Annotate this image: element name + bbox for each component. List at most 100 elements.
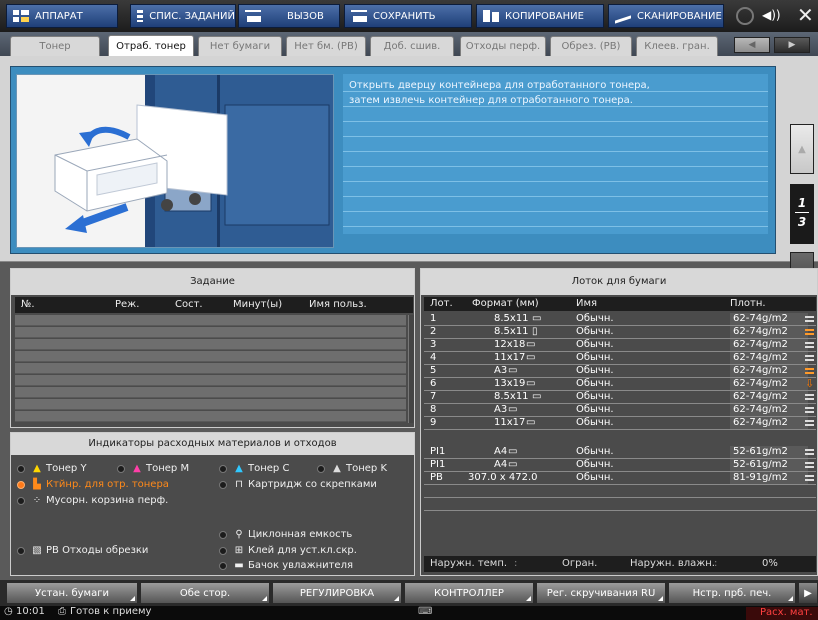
- indicator-cyclone: ⚲ Циклонная емкость: [219, 529, 352, 540]
- tray-row[interactable]: 1 8.5x11 ▭ Обычн. 62-74g/m2: [424, 313, 816, 326]
- tray-row[interactable]: 4 11x17 ▭ Обычн. 62-74g/m2: [424, 352, 816, 365]
- tray-row[interactable]: PI1 A4 ▭ Обычн. 52-61g/m2: [424, 459, 816, 472]
- job-row[interactable]: [15, 327, 406, 338]
- tab-bar: Тонер Отраб. тонер Нет бумаги Нет бм. (P…: [0, 32, 818, 57]
- scan-button[interactable]: СКАНИРОВАНИЕ: [608, 4, 724, 28]
- tray-paper-name: Обычн.: [576, 417, 614, 428]
- paper-tray-panel: Лоток для бумаги Лот. Формат (мм) Имя Пл…: [420, 268, 818, 576]
- recall-button[interactable]: ВЫЗОВ: [238, 4, 340, 28]
- status-dot: [219, 480, 227, 489]
- duplex-button[interactable]: Обе стор.: [140, 582, 270, 604]
- tray-id: PB: [430, 472, 443, 483]
- tank-icon: ▬: [234, 560, 244, 571]
- tab-punch-waste[interactable]: Отходы перф.: [460, 36, 546, 56]
- paper-level-icon: [805, 449, 814, 455]
- tray-size: 13x19: [494, 378, 526, 389]
- tray-weight: 81-91g/m2: [730, 472, 808, 484]
- page-up-button[interactable]: ▲: [790, 124, 814, 174]
- indicator-humidifier: ▬ Бачок увлажнителя: [219, 560, 353, 571]
- tray-size: A3: [494, 404, 508, 415]
- job-row[interactable]: [15, 387, 406, 398]
- waste-box-icon: ▙: [33, 479, 41, 490]
- keyboard-icon[interactable]: ⌨: [418, 606, 432, 617]
- tray-size: 11x17: [494, 352, 526, 363]
- tray-id: 8: [430, 404, 437, 415]
- bottom-bar: Устан. бумаги Обе стор. РЕГУЛИРОВКА КОНТ…: [0, 580, 818, 606]
- toner-icon: ▲: [333, 463, 341, 474]
- globe-icon[interactable]: [736, 7, 754, 25]
- tray-row[interactable]: PI1 A4 ▭ Обычн. 52-61g/m2: [424, 446, 816, 459]
- controller-button[interactable]: КОНТРОЛЛЕР: [404, 582, 534, 604]
- paper-low-icon: ⇩: [805, 377, 815, 390]
- tray-row[interactable]: 7 8.5x11 ▭ Обычн. 62-74g/m2: [424, 391, 816, 404]
- tab-trim-pb[interactable]: Обрез. (PB): [550, 36, 632, 56]
- tray-row[interactable]: 3 12x18 ▭ Обычн. 62-74g/m2: [424, 339, 816, 352]
- tab-out-of-paper[interactable]: Нет бумаги: [198, 36, 282, 56]
- tray-paper-name: Обычн.: [576, 472, 614, 483]
- tray-paper-name: Обычн.: [576, 378, 614, 389]
- tray-paper-name: Обычн.: [576, 365, 614, 376]
- job-list-button[interactable]: СПИС. ЗАДАНИЙ: [130, 4, 236, 28]
- indicator-staple-cartridge: ⊓ Картридж со скрепками: [219, 479, 377, 490]
- clock-time: 10:01: [16, 606, 45, 617]
- save-button[interactable]: СОХРАНИТЬ: [344, 4, 472, 28]
- orientation-icon: ▯: [532, 326, 538, 337]
- col-number: №.: [21, 299, 35, 310]
- tray-row[interactable]: 6 13x19 ▭ Обычн. 62-74g/m2 ⇩: [424, 377, 816, 391]
- tray-row[interactable]: 5 A3 ▭ Обычн. 62-74g/m2: [424, 365, 816, 378]
- orientation-icon: ▭: [532, 313, 542, 324]
- tab-next-button[interactable]: ▶: [774, 37, 810, 53]
- tab-out-of-paper-pb[interactable]: Нет бм. (PB): [286, 36, 366, 56]
- tray-weight: 62-74g/m2: [730, 326, 808, 338]
- consumables-title: Индикаторы расходных материалов и отходо…: [11, 433, 414, 455]
- tab-glue[interactable]: Клеев. гран.: [636, 36, 718, 56]
- print-settings-button[interactable]: Нстр. прб. печ.: [668, 582, 796, 604]
- ext-temp-value: Огран.: [562, 558, 598, 569]
- job-row[interactable]: [15, 375, 406, 386]
- consumables-panel: Индикаторы расходных материалов и отходо…: [10, 432, 415, 576]
- tray-row[interactable]: 9 11x17 ▭ Обычн. 62-74g/m2: [424, 417, 816, 430]
- job-row[interactable]: [15, 339, 406, 350]
- tab-toner[interactable]: Тонер: [10, 36, 100, 56]
- speaker-icon[interactable]: ◀)): [762, 8, 781, 22]
- tray-paper-name: Обычн.: [576, 313, 614, 324]
- job-row[interactable]: [15, 399, 406, 410]
- tab-prev-button[interactable]: ◀: [734, 37, 770, 53]
- tray-icon: [245, 10, 261, 22]
- tray-weight: 52-61g/m2: [730, 459, 808, 471]
- tab-add-staples[interactable]: Доб. сшив.: [370, 36, 454, 56]
- col-status: Сост.: [175, 299, 203, 310]
- job-row[interactable]: [15, 363, 406, 374]
- adjust-button[interactable]: РЕГУЛИРОВКА: [272, 582, 402, 604]
- close-icon[interactable]: ✕: [797, 3, 814, 27]
- guidance-panel: Открыть дверцу контейнера для отработанн…: [0, 56, 818, 302]
- orientation-icon: ▭: [508, 459, 518, 470]
- paper-level-icon: [805, 407, 814, 413]
- status-dot: [219, 561, 227, 570]
- col-user: Имя польз.: [309, 299, 367, 310]
- job-scrollbar[interactable]: [408, 315, 414, 423]
- col-size: Формат (мм): [472, 298, 539, 309]
- tray-row[interactable]: 8 A3 ▭ Обычн. 62-74g/m2: [424, 404, 816, 417]
- copy-button[interactable]: КОПИРОВАНИЕ: [476, 4, 604, 28]
- tab-waste-toner[interactable]: Отраб. тонер: [108, 35, 194, 57]
- curl-adjust-button[interactable]: Рег. скручивания RU: [536, 582, 666, 604]
- indicator-glue: ⊞ Клей для уст.кл.скр.: [219, 545, 357, 556]
- guidance-message: Открыть дверцу контейнера для отработанн…: [343, 74, 768, 234]
- tray-weight: 62-74g/m2: [730, 404, 808, 416]
- consumables-alert[interactable]: Расх. мат.: [746, 607, 818, 620]
- machine-button[interactable]: АППАРАТ: [6, 4, 118, 28]
- indicator-waste-toner-box: ▙ Ктйнр. для отр. тонера: [17, 479, 169, 490]
- tray-row-empty: [424, 485, 816, 498]
- job-row[interactable]: [15, 315, 406, 326]
- tray-row[interactable]: 2 8.5x11 ▯ Обычн. 62-74g/m2: [424, 326, 816, 339]
- tray-weight: 62-74g/m2: [730, 313, 808, 325]
- job-row[interactable]: [15, 411, 406, 422]
- tray-row[interactable]: PB 307.0 x 472.0 Обычн. 81-91g/m2: [424, 472, 816, 485]
- orientation-icon: ▭: [508, 365, 518, 376]
- job-row[interactable]: [15, 351, 406, 362]
- paper-setting-button[interactable]: Устан. бумаги: [6, 582, 138, 604]
- bottom-next-button[interactable]: ▶: [798, 582, 818, 604]
- paper-level-icon: [805, 316, 814, 322]
- tray-size: 8.5x11: [494, 391, 529, 402]
